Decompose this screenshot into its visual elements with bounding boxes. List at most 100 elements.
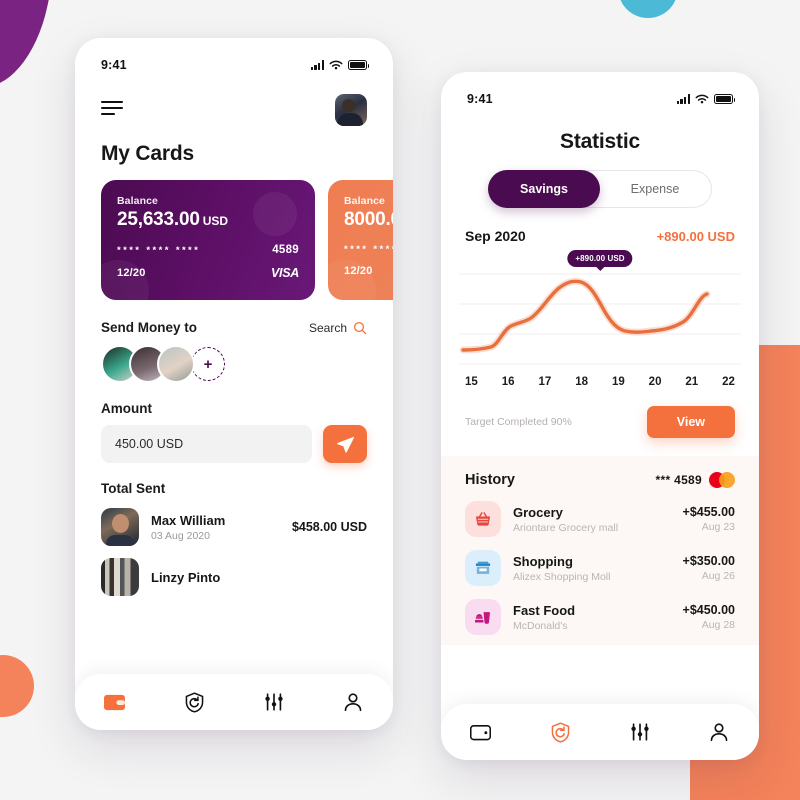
sidebar-item-profile[interactable]: [331, 684, 375, 720]
card-balance-label: Balance: [344, 195, 385, 207]
card-last4: 4589: [272, 244, 299, 256]
card-mask-label: *** 4589: [655, 473, 702, 487]
tab-expense[interactable]: Expense: [599, 171, 711, 207]
left-header: [75, 76, 393, 126]
chart-header: Sep 2020 +890.00 USD: [441, 208, 759, 244]
history-panel: History *** 4589 Grocery Ariontare Groce…: [441, 456, 759, 645]
page-title: My Cards: [101, 142, 194, 165]
card-footer: 12/20 VISA: [117, 266, 299, 280]
signal-icon: [676, 94, 690, 104]
battery-icon: [714, 94, 736, 104]
sidebar-item-activity[interactable]: [172, 684, 216, 720]
amount-row: 450.00 USD: [75, 416, 393, 463]
list-item[interactable]: Fast Food McDonald's +$450.00 Aug 28: [441, 586, 759, 635]
orange-circle-decoration: [0, 655, 34, 717]
x-tick: 20: [648, 376, 662, 388]
wifi-icon: [329, 60, 343, 69]
list-item[interactable]: Linzy Pinto: [101, 546, 367, 596]
segmented-control: Savings Expense: [488, 170, 712, 208]
card-amount-value: 8000.00: [344, 209, 393, 230]
mastercard-icon: [709, 472, 735, 488]
tab-savings[interactable]: Savings: [488, 170, 600, 208]
fast-food-icon: [465, 599, 501, 635]
status-icons: [676, 94, 736, 105]
list-item[interactable]: Grocery Ariontare Grocery mall +$455.00 …: [441, 488, 759, 537]
wallet-icon: [104, 694, 126, 710]
list-item-amount: +$450.00: [682, 603, 735, 617]
x-tick: 22: [722, 376, 735, 388]
grocery-basket-icon: [465, 501, 501, 537]
card-number-mask: **** **** ****: [344, 244, 393, 255]
view-button[interactable]: View: [646, 406, 735, 438]
list-item-sub: Alizex Shopping Moll: [513, 570, 611, 583]
bank-card-secondary[interactable]: Balance 8000.00USD **** **** **** 12/20: [328, 180, 393, 300]
list-item[interactable]: Max William 03 Aug 2020 $458.00 USD: [101, 496, 367, 546]
sidebar-item-profile[interactable]: [697, 714, 741, 750]
phone-right-statistic: 9:41 Statistic Savings Expense Sep 2020 …: [441, 72, 759, 760]
shield-refresh-icon: [185, 691, 204, 713]
list-item-date: Aug 28: [701, 619, 735, 631]
history-card-selector[interactable]: *** 4589: [656, 472, 735, 488]
total-sent-list: Max William 03 Aug 2020 $458.00 USD Linz…: [75, 496, 393, 596]
sidebar-item-settings[interactable]: [252, 684, 296, 720]
cards-carousel[interactable]: Balance 25,633.00 USD **** **** **** 4589…: [75, 166, 393, 300]
sidebar-item-settings[interactable]: [618, 714, 662, 750]
chart-tooltip: +890.00 USD: [567, 250, 633, 267]
chart-total-value: +890.00 USD: [656, 228, 735, 244]
x-tick: 21: [685, 376, 699, 388]
x-tick: 16: [501, 376, 515, 388]
sidebar-item-wallet[interactable]: [93, 684, 137, 720]
bottom-nav: [75, 674, 393, 730]
send-button[interactable]: [323, 425, 367, 463]
list-item-name: Fast Food: [513, 602, 576, 618]
savings-line-chart[interactable]: +890.00 USD: [459, 250, 741, 370]
total-sent-title: Total Sent: [101, 481, 166, 496]
shopping-mall-icon: [465, 550, 501, 586]
list-item-name: Grocery: [513, 504, 563, 520]
list-item-name: Max William: [151, 512, 226, 528]
card-amount-value: 25,633.00: [117, 209, 200, 230]
target-completed-label: Target Completed 90%: [465, 416, 572, 428]
status-time: 9:41: [467, 92, 493, 106]
list-item-amount: +$455.00: [682, 505, 735, 519]
list-item[interactable]: Shopping Alizex Shopping Moll +$350.00 A…: [441, 537, 759, 586]
contact-avatar[interactable]: [157, 345, 195, 383]
card-number-row: **** **** **** 4589: [117, 244, 299, 256]
card-balance-amount: 25,633.00 USD: [117, 209, 299, 231]
list-item-sub: Ariontare Grocery mall: [513, 521, 619, 534]
contacts-row[interactable]: +: [75, 335, 393, 383]
chart-month-label: Sep 2020: [465, 228, 526, 244]
bank-card-primary[interactable]: Balance 25,633.00 USD **** **** **** 4589…: [101, 180, 315, 300]
chart-x-axis: 15 16 17 18 19 20 21 22: [441, 370, 759, 388]
card-footer: 12/20: [344, 265, 393, 277]
sidebar-item-activity[interactable]: [538, 714, 582, 750]
shield-refresh-icon: [551, 721, 570, 743]
search-label: Search: [308, 320, 347, 335]
card-currency: USD: [202, 214, 229, 228]
x-tick: 17: [538, 376, 552, 388]
list-item-sub: McDonald's: [513, 619, 568, 632]
list-item-date: Aug 23: [701, 521, 735, 533]
amount-label: Amount: [101, 401, 152, 416]
list-item-name: Linzy Pinto: [151, 569, 221, 585]
card-number-mask: **** **** ****: [117, 244, 201, 256]
hamburger-icon[interactable]: [101, 101, 123, 119]
sidebar-item-wallet[interactable]: [459, 714, 503, 750]
amount-input[interactable]: 450.00 USD: [101, 425, 312, 463]
x-tick: 18: [575, 376, 588, 388]
add-contact-button[interactable]: +: [191, 347, 225, 381]
card-expiry: 12/20: [117, 267, 146, 279]
x-tick: 15: [465, 376, 478, 388]
avatar[interactable]: [335, 94, 367, 126]
status-bar: 9:41: [75, 38, 393, 76]
list-item-date: 03 Aug 2020: [151, 529, 210, 542]
list-item-amount: +$350.00: [682, 554, 735, 568]
phone-left-my-cards: 9:41 My Cards Balance 25,633.00 USD **** …: [75, 38, 393, 730]
list-item-amount: $458.00 USD: [291, 520, 367, 534]
avatar: [101, 508, 139, 546]
list-item-name: Shopping: [513, 553, 573, 569]
page-title: Statistic: [560, 130, 640, 153]
search-button[interactable]: Search: [309, 321, 367, 335]
card-balance-amount: 8000.00USD: [344, 209, 393, 231]
list-item-date: Aug 26: [701, 570, 735, 582]
